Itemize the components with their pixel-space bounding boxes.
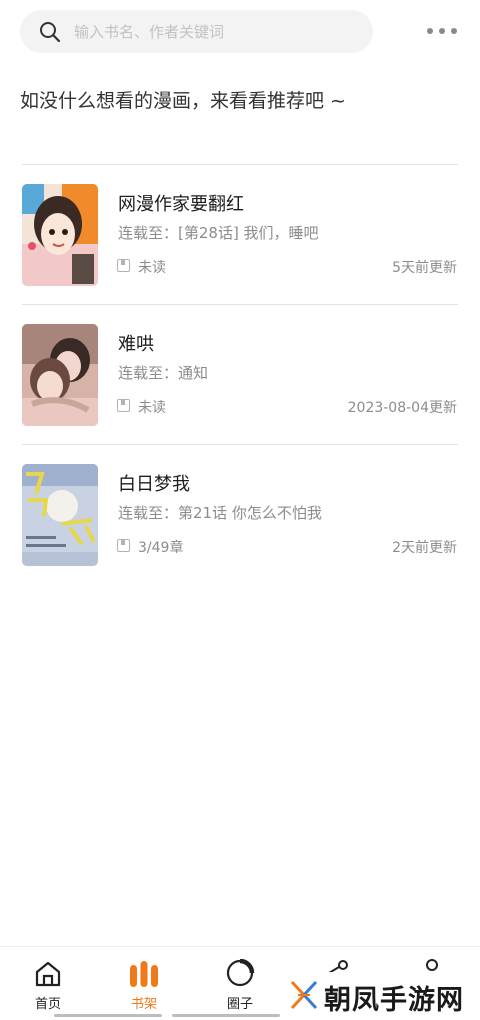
book-item[interactable]: 白日梦我 连载至：第21话 你怎么不怕我 3/49章 2天前更新 bbox=[0, 444, 480, 584]
tab-bookshelf[interactable]: 书架 bbox=[114, 959, 174, 1012]
search-input[interactable] bbox=[74, 10, 364, 53]
bookmark-icon bbox=[117, 259, 130, 272]
watermark: 朝凤手游网 bbox=[288, 972, 478, 1018]
tab-label: 首页 bbox=[34, 997, 61, 1012]
watermark-text: 朝凤手游网 bbox=[324, 985, 464, 1016]
search-icon bbox=[40, 22, 61, 43]
update-time: 2天前更新 bbox=[392, 540, 457, 556]
book-item[interactable]: 网漫作家要翻红 连载至：[第28话] 我们，睡吧 未读 5天前更新 bbox=[0, 164, 480, 304]
bookshelf-icon bbox=[130, 961, 158, 987]
tab-circle[interactable]: 圈子 bbox=[210, 959, 270, 1012]
watermark-logo-icon bbox=[290, 980, 318, 1010]
update-time: 2023-08-04更新 bbox=[347, 400, 457, 416]
book-title: 网漫作家要翻红 bbox=[118, 194, 244, 215]
book-cover bbox=[22, 464, 98, 566]
book-item[interactable]: 难哄 连载至：通知 未读 2023-08-04更新 bbox=[0, 304, 480, 444]
book-latest-chapter: 连载至：通知 bbox=[118, 364, 209, 382]
home-indicator bbox=[172, 1014, 280, 1017]
more-options-button[interactable] bbox=[424, 20, 460, 42]
tab-home[interactable]: 首页 bbox=[18, 959, 78, 1012]
home-icon bbox=[35, 961, 61, 987]
book-title: 难哄 bbox=[118, 334, 154, 355]
circle-icon bbox=[226, 959, 255, 987]
tab-label: 圈子 bbox=[226, 997, 253, 1012]
bookmark-icon bbox=[117, 399, 130, 412]
book-cover bbox=[22, 324, 98, 426]
read-status: 未读 bbox=[138, 260, 166, 276]
more-dot-icon bbox=[439, 28, 445, 34]
recommend-tip-link[interactable]: 如没什么想看的漫画，来看看推荐吧 ~ bbox=[20, 86, 346, 113]
home-indicator bbox=[54, 1014, 162, 1017]
read-status: 未读 bbox=[138, 400, 166, 416]
more-dot-icon bbox=[427, 28, 433, 34]
book-title: 白日梦我 bbox=[118, 474, 190, 495]
tab-label: 书架 bbox=[130, 997, 157, 1012]
bookmark-icon bbox=[117, 539, 130, 552]
book-latest-chapter: 连载至：第21话 你怎么不怕我 bbox=[118, 504, 322, 522]
read-status: 3/49章 bbox=[138, 540, 184, 556]
more-dot-icon bbox=[451, 28, 457, 34]
book-cover bbox=[22, 184, 98, 286]
search-bar[interactable] bbox=[20, 10, 373, 53]
update-time: 5天前更新 bbox=[392, 260, 457, 276]
book-latest-chapter: 连载至：[第28话] 我们，睡吧 bbox=[118, 224, 319, 242]
